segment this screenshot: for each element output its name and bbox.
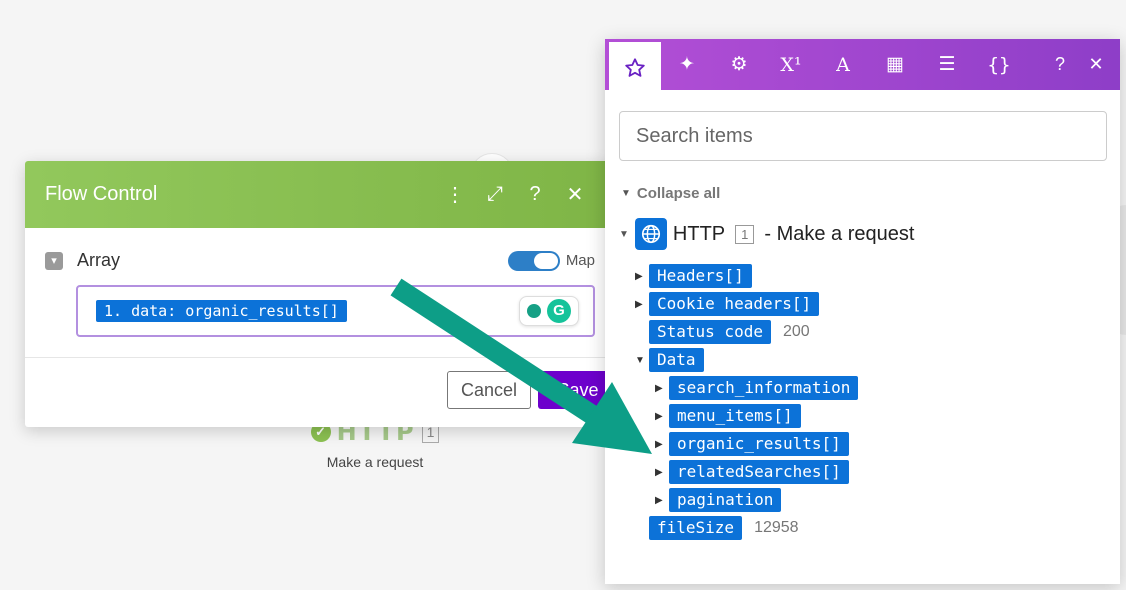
tree-item-pagination[interactable]: ▶ pagination [655, 488, 782, 512]
caret-down-icon: ▼ [619, 228, 629, 240]
bulb-icon [527, 304, 541, 318]
caret-down-icon: ▼ [635, 354, 645, 366]
more-options-icon[interactable]: ⋮ [435, 182, 475, 207]
tree-module-http[interactable]: ▼ HTTP 1 - Make a request [619, 218, 914, 250]
module-name: HTTP [672, 222, 726, 245]
grammarly-icon: G [547, 299, 571, 323]
tree-item-status-code[interactable]: Status code 200 [649, 320, 810, 344]
gear-icon: ⚙ [730, 54, 748, 75]
superscript-icon: X¹ [780, 53, 802, 76]
tree-item-file-size[interactable]: fileSize 12958 [649, 516, 799, 540]
caret-down-icon: ▼ [621, 188, 631, 199]
item-tag[interactable]: Headers[] [649, 264, 752, 288]
tab-array[interactable]: ☰ [921, 39, 973, 90]
sparkle-icon: ✦ [679, 54, 695, 75]
expand-icon[interactable]: ⤢ [475, 183, 515, 206]
caret-right-icon: ▶ [635, 270, 643, 282]
grammarly-widget[interactable]: G [519, 296, 579, 326]
tree-item-organic-results[interactable]: ▶ organic_results[] [655, 432, 849, 456]
tree-item-cookie-headers[interactable]: ▶ Cookie headers[] [635, 292, 820, 316]
table-icon: ☰ [938, 54, 956, 75]
mapping-panel: ✦ ⚙ X¹ A ▦ ☰ {} ? ✕ ▼ Collapse all ▼ HTT… [605, 39, 1120, 584]
close-icon[interactable]: ✕ [555, 182, 595, 207]
tree-item-menu-items[interactable]: ▶ menu_items[] [655, 404, 801, 428]
save-button[interactable]: Save [538, 371, 615, 409]
item-tag[interactable]: Status code [649, 320, 771, 344]
caret-right-icon: ▶ [655, 494, 663, 506]
braces-icon: {} [987, 53, 1011, 76]
collapse-toggle-icon[interactable]: ▾ [45, 251, 63, 270]
text-icon: A [836, 53, 850, 76]
caret-right-icon: ▶ [635, 298, 643, 310]
item-tag[interactable]: search_information [669, 376, 859, 400]
item-tag[interactable]: Data [649, 348, 704, 372]
item-tag[interactable]: Cookie headers[] [649, 292, 820, 316]
help-icon[interactable]: ? [515, 183, 555, 206]
tab-json[interactable]: {} [973, 39, 1025, 90]
dialog-header: Flow Control ⋮ ⤢ ? ✕ [25, 161, 615, 228]
dialog-title: Flow Control [45, 183, 158, 205]
tab-date[interactable]: ▦ [869, 39, 921, 90]
map-label: Map [565, 252, 595, 269]
tab-favorites[interactable] [609, 42, 661, 93]
tab-ai[interactable]: ✦ [661, 39, 713, 90]
tab-general[interactable]: ⚙ [713, 39, 765, 90]
caret-right-icon: ▶ [655, 466, 663, 478]
star-icon [625, 57, 645, 77]
dialog-footer: Cancel Save [25, 357, 615, 427]
tab-math[interactable]: X¹ [765, 39, 817, 90]
item-tag[interactable]: pagination [669, 488, 782, 512]
item-tag[interactable]: organic_results[] [669, 432, 849, 456]
module-number: 1 [735, 224, 755, 244]
mapping-tabs: ✦ ⚙ X¹ A ▦ ☰ {} ? ✕ [605, 39, 1120, 93]
module-label: Make a request [326, 454, 424, 470]
caret-right-icon: ▶ [655, 382, 663, 394]
map-toggle[interactable] [507, 250, 560, 271]
help-icon[interactable]: ? [1042, 54, 1078, 75]
collapse-all-label: Collapse all [636, 185, 721, 202]
cancel-button[interactable]: Cancel [447, 371, 531, 409]
tree-item-headers[interactable]: ▶ Headers[] [635, 264, 752, 288]
tree-item-data[interactable]: ▼ Data [635, 348, 704, 372]
mapped-value-pill[interactable]: 1. data: organic_results[] [96, 300, 347, 322]
tab-text[interactable]: A [817, 39, 869, 90]
item-value: 12958 [754, 519, 799, 536]
item-tag[interactable]: relatedSearches[] [669, 460, 849, 484]
array-input-field[interactable]: 1. data: organic_results[] G [76, 285, 595, 337]
search-input[interactable] [619, 111, 1107, 161]
item-tag[interactable]: fileSize [649, 516, 743, 540]
module-action: - Make a request [764, 222, 915, 245]
tree-item-related-searches[interactable]: ▶ relatedSearches[] [655, 460, 849, 484]
tree-item-search-information[interactable]: ▶ search_information [655, 376, 859, 400]
flow-control-dialog: Flow Control ⋮ ⤢ ? ✕ ▾ Array Map 1. data… [25, 161, 615, 427]
close-icon[interactable]: ✕ [1078, 54, 1114, 75]
array-field-label: Array [77, 250, 121, 270]
item-value: 200 [782, 323, 810, 340]
collapse-all-button[interactable]: ▼ Collapse all [621, 185, 1120, 202]
caret-right-icon: ▶ [655, 438, 663, 450]
item-tag[interactable]: menu_items[] [669, 404, 801, 428]
caret-right-icon: ▶ [655, 410, 663, 422]
globe-icon [634, 218, 667, 250]
calendar-icon: ▦ [886, 54, 904, 75]
